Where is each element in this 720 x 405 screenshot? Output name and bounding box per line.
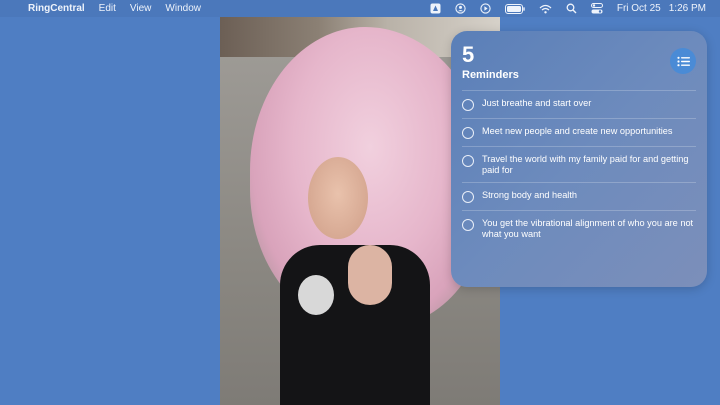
- reminder-item[interactable]: Travel the world with my family paid for…: [462, 146, 696, 182]
- reminder-text: Meet new people and create new opportuni…: [482, 126, 673, 136]
- reminders-list: Just breathe and start over Meet new peo…: [462, 90, 696, 246]
- reminder-item[interactable]: You get the vibrational alignment of who…: [462, 210, 696, 246]
- menubar-date[interactable]: Fri Oct 25: [617, 3, 661, 14]
- reminder-checkbox[interactable]: [462, 155, 474, 167]
- reminder-checkbox[interactable]: [462, 127, 474, 139]
- reminders-count: 5: [462, 42, 475, 67]
- photo-face: [308, 157, 368, 239]
- reminder-checkbox[interactable]: [462, 219, 474, 231]
- reminder-item[interactable]: Just breathe and start over: [462, 90, 696, 118]
- reminder-checkbox[interactable]: [462, 99, 474, 111]
- photo-shirt-graphic: [298, 275, 334, 315]
- app-menu-ringcentral[interactable]: RingCentral: [28, 3, 85, 14]
- menubar-time[interactable]: 1:26 PM: [669, 3, 706, 14]
- user-icon[interactable]: [455, 3, 466, 14]
- list-icon[interactable]: [670, 48, 696, 74]
- menu-bar: RingCentral Edit View Window Fri Oct 25 …: [0, 0, 720, 17]
- menu-view[interactable]: View: [130, 3, 152, 14]
- photo-hand: [348, 245, 392, 305]
- battery-icon[interactable]: [504, 3, 525, 14]
- reminder-text: Travel the world with my family paid for…: [482, 154, 689, 175]
- reminder-item[interactable]: Meet new people and create new opportuni…: [462, 118, 696, 146]
- reminders-title: Reminders: [462, 69, 519, 81]
- reminder-text: Just breathe and start over: [482, 98, 592, 108]
- wifi-icon[interactable]: [539, 4, 552, 14]
- reminder-text: You get the vibrational alignment of who…: [482, 218, 694, 239]
- play-icon[interactable]: [480, 3, 491, 14]
- menu-window[interactable]: Window: [165, 3, 201, 14]
- vpn-icon[interactable]: [430, 3, 441, 14]
- reminders-widget[interactable]: 5 Reminders Just breathe and start over …: [451, 31, 707, 287]
- search-icon[interactable]: [566, 3, 577, 14]
- control-center-icon[interactable]: [590, 3, 603, 14]
- reminder-checkbox[interactable]: [462, 191, 474, 203]
- reminder-text: Strong body and health: [482, 190, 578, 200]
- reminder-item[interactable]: Strong body and health: [462, 182, 696, 210]
- menu-edit[interactable]: Edit: [99, 3, 116, 14]
